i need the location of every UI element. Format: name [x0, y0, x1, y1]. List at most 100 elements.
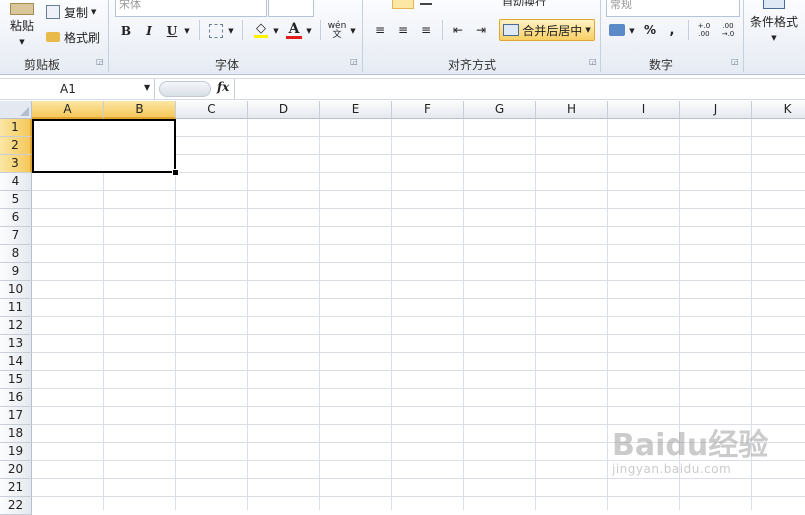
cell-selection[interactable]: [32, 119, 176, 173]
chevron-down-icon[interactable]: ▼: [227, 25, 235, 37]
format-painter-label: 格式刷: [64, 30, 101, 45]
font-name-combo[interactable]: 宋体: [115, 0, 267, 17]
formula-input[interactable]: [234, 79, 805, 99]
row-header-2[interactable]: 2: [0, 137, 32, 155]
formula-bar-splitter[interactable]: [159, 81, 211, 97]
align-lines-icon: [420, 3, 432, 5]
comma-style-button[interactable]: ,: [664, 22, 680, 38]
conditional-format-icon: [763, 0, 785, 9]
dialog-launcher-icon[interactable]: ◲: [731, 58, 739, 66]
column-header-f[interactable]: F: [392, 101, 464, 119]
column-header-d[interactable]: D: [248, 101, 320, 119]
accounting-format-button[interactable]: [606, 21, 628, 39]
row-header-5[interactable]: 5: [0, 191, 32, 209]
dialog-launcher-icon[interactable]: ◲: [96, 58, 104, 66]
chevron-down-icon: ▼: [585, 26, 591, 34]
font-color-bar: [286, 35, 302, 39]
watermark-url: jingyan.baidu.com: [612, 462, 732, 476]
column-header-g[interactable]: G: [464, 101, 536, 119]
row-header-14[interactable]: 14: [0, 353, 32, 371]
chevron-down-icon[interactable]: ▼: [305, 25, 313, 37]
merge-cells-icon: [503, 24, 520, 36]
row-header-4[interactable]: 4: [0, 173, 32, 191]
conditional-format-button[interactable]: 条件格式 ▼: [748, 0, 800, 46]
italic-button[interactable]: I: [139, 22, 159, 40]
row-header-18[interactable]: 18: [0, 425, 32, 443]
fill-handle[interactable]: [172, 169, 179, 176]
fill-color-bar: [254, 35, 268, 38]
row-header-11[interactable]: 11: [0, 299, 32, 317]
row-header-9[interactable]: 9: [0, 263, 32, 281]
chevron-down-icon[interactable]: ▼: [628, 25, 636, 37]
row-header-10[interactable]: 10: [0, 281, 32, 299]
chevron-down-icon[interactable]: ▼: [272, 25, 280, 37]
row-header-22[interactable]: 22: [0, 497, 32, 515]
column-header-e[interactable]: E: [320, 101, 392, 119]
row-header-21[interactable]: 21: [0, 479, 32, 497]
fill-color-button[interactable]: ◇: [250, 20, 272, 40]
decrease-indent-button[interactable]: ⇤: [448, 22, 468, 38]
font-size-combo[interactable]: [268, 0, 314, 17]
group-divider: [442, 20, 443, 40]
increase-decimal-button[interactable]: +.0 .00: [693, 20, 715, 40]
select-all-button[interactable]: [0, 101, 32, 119]
number-format-combo[interactable]: 常规: [606, 0, 740, 17]
column-header-i[interactable]: I: [608, 101, 680, 119]
align-center-button[interactable]: ≡: [393, 22, 413, 38]
group-divider: [199, 20, 200, 40]
chevron-down-icon[interactable]: ▼: [349, 25, 357, 37]
font-color-letter: A: [288, 20, 300, 37]
row-header-1[interactable]: 1: [0, 119, 32, 137]
column-header-c[interactable]: C: [176, 101, 248, 119]
row-header-8[interactable]: 8: [0, 245, 32, 263]
row-header-13[interactable]: 13: [0, 335, 32, 353]
conditional-format-label: 条件格式: [749, 15, 798, 29]
number-group-label: 数字: [649, 58, 674, 72]
font-color-button[interactable]: A: [283, 20, 305, 40]
chevron-down-icon[interactable]: ▼: [183, 25, 191, 37]
wrap-text-button[interactable]: 自动换行: [502, 0, 546, 6]
column-header-b[interactable]: B: [104, 101, 176, 119]
align-right-button[interactable]: ≡: [416, 22, 436, 38]
middle-align-button[interactable]: [418, 0, 434, 8]
top-align-button[interactable]: [392, 0, 414, 9]
chevron-down-icon: ▼: [771, 34, 777, 42]
column-header-h[interactable]: H: [536, 101, 608, 119]
row-header-6[interactable]: 6: [0, 209, 32, 227]
underline-button[interactable]: U: [162, 22, 182, 40]
row-header-19[interactable]: 19: [0, 443, 32, 461]
row-header-15[interactable]: 15: [0, 371, 32, 389]
row-header-3[interactable]: 3: [0, 155, 32, 173]
chevron-down-icon[interactable]: ▼: [144, 83, 150, 92]
border-grid-icon: [209, 24, 223, 38]
row-header-7[interactable]: 7: [0, 227, 32, 245]
row-header-17[interactable]: 17: [0, 407, 32, 425]
percent-button[interactable]: %: [641, 22, 659, 38]
row-header-12[interactable]: 12: [0, 317, 32, 335]
align-left-button[interactable]: ≡: [370, 22, 390, 38]
copy-button[interactable]: 复制 ▼: [46, 4, 96, 20]
insert-function-icon[interactable]: fx: [217, 80, 229, 94]
format-painter-button[interactable]: 格式刷: [46, 29, 100, 45]
decrease-decimal-button[interactable]: .00 →.0: [717, 20, 739, 40]
row-header-20[interactable]: 20: [0, 461, 32, 479]
column-header-j[interactable]: J: [680, 101, 752, 119]
column-header-a[interactable]: A: [32, 101, 104, 119]
wrap-text-label: 自动换行: [502, 0, 546, 6]
paint-bucket-icon: ◇: [256, 21, 266, 36]
clipboard-icon: [10, 2, 34, 15]
row-header-16[interactable]: 16: [0, 389, 32, 407]
dialog-launcher-icon[interactable]: ◲: [589, 58, 597, 66]
name-box-value: A1: [60, 82, 76, 96]
copy-icon: [46, 5, 60, 19]
dialog-launcher-icon[interactable]: ◲: [350, 58, 358, 66]
increase-indent-button[interactable]: ⇥: [471, 22, 491, 38]
borders-button[interactable]: [206, 22, 226, 40]
phonetic-guide-button[interactable]: wén 文: [326, 20, 348, 42]
clipboard-group-label: 剪贴板: [24, 58, 61, 72]
name-box[interactable]: A1 ▼: [0, 79, 155, 99]
column-header-k[interactable]: K: [752, 101, 805, 119]
merge-center-button[interactable]: 合并后居中 ▼: [499, 19, 595, 41]
bold-button[interactable]: B: [116, 22, 136, 40]
paste-button[interactable]: 粘贴 ▼: [4, 0, 40, 48]
